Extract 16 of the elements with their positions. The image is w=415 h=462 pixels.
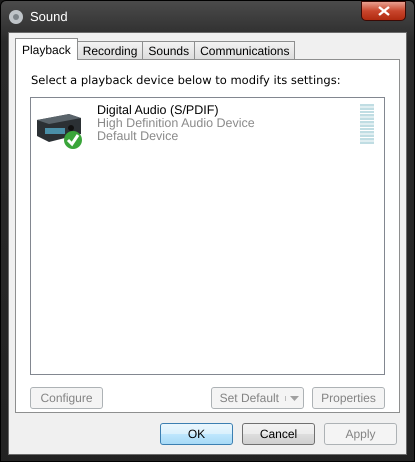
dialog-button[interactable]: OK [160, 423, 233, 445]
caret-icon [285, 396, 299, 400]
device-status: Default Device [97, 130, 180, 143]
instruction-text: Select a playback device below to modify its settings: [31, 73, 342, 87]
device-description: High Definition Audio Device [97, 117, 256, 130]
device-name: Digital Audio (S/PDIF) [97, 104, 220, 117]
level-meter [360, 104, 374, 144]
tab[interactable]: Sounds [142, 41, 196, 59]
close-icon [378, 6, 390, 16]
close-button[interactable] [361, 1, 406, 21]
dialog-button[interactable]: Cancel [242, 423, 315, 445]
tab[interactable]: Communications [194, 41, 296, 59]
speaker-icon [8, 8, 24, 24]
tab[interactable]: Playback [15, 38, 78, 60]
tab[interactable]: Recording [76, 41, 144, 59]
window-title: Sound [30, 9, 68, 24]
